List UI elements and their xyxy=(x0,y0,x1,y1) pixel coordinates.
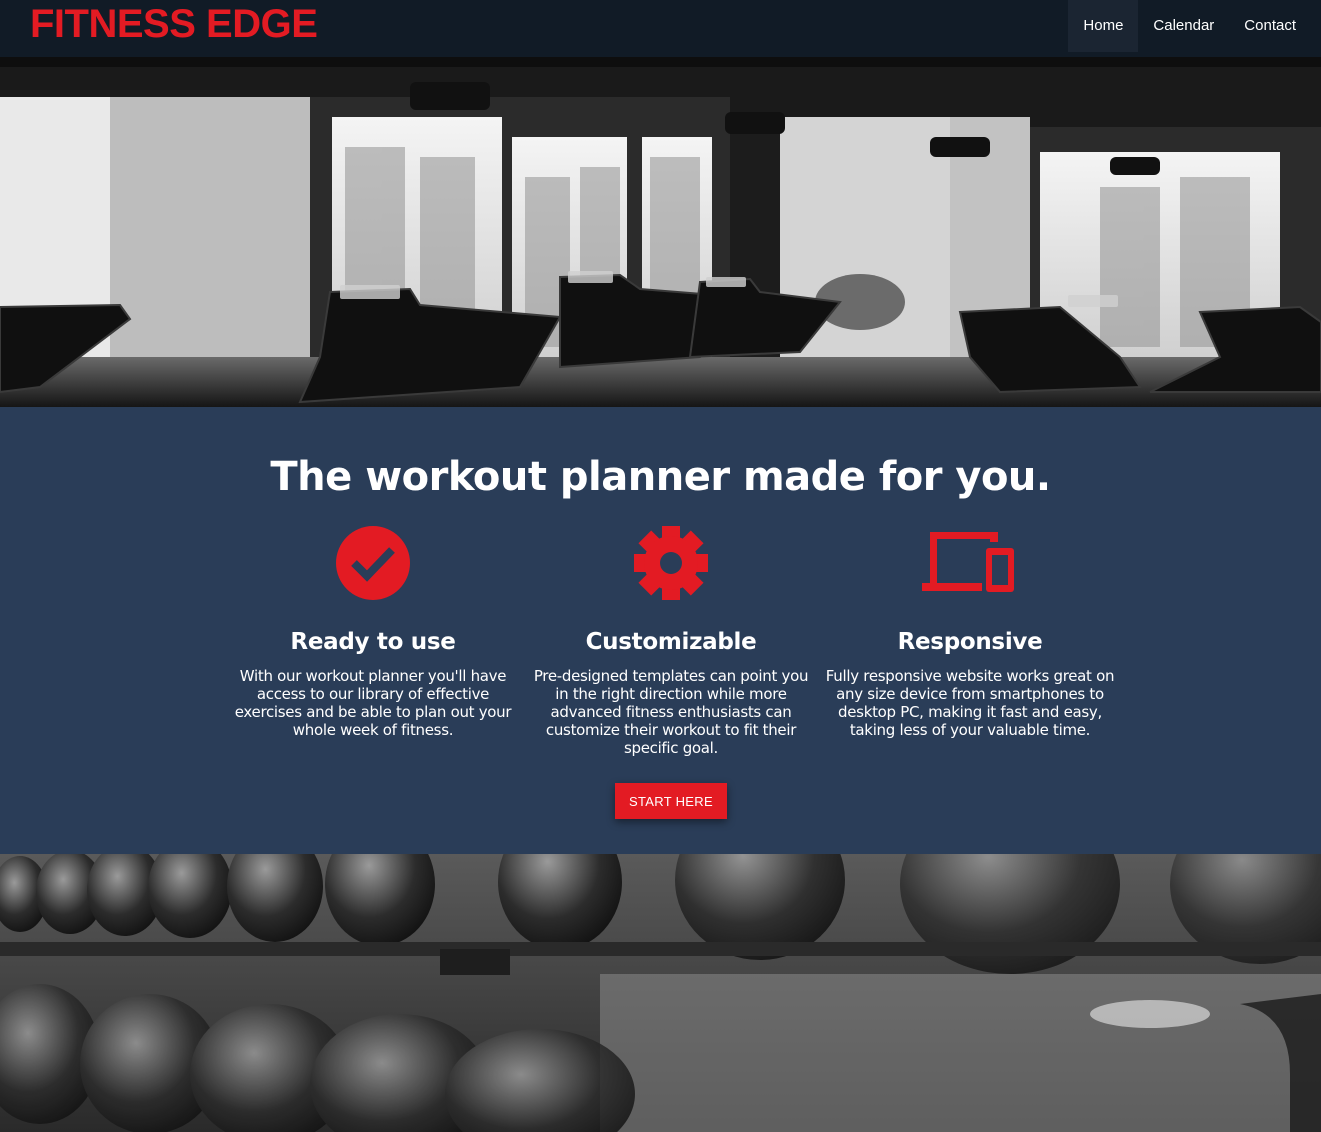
start-here-button[interactable]: START HERE xyxy=(615,783,727,819)
nav-item-calendar[interactable]: Calendar xyxy=(1138,0,1229,52)
feature-title: Customizable xyxy=(585,629,757,655)
devices-icon xyxy=(922,532,1014,592)
nav-item-contact[interactable]: Contact xyxy=(1229,0,1311,52)
feature-title: Responsive xyxy=(897,629,1043,655)
feature-title: Ready to use xyxy=(290,629,456,655)
check-circle-icon xyxy=(336,526,410,600)
nav-menu: Home Calendar Contact xyxy=(1068,0,1311,52)
feature-customizable: Customizable Pre-designed templates can … xyxy=(526,523,816,757)
hero-image xyxy=(0,57,1321,407)
feature-text: Fully responsive website works great on … xyxy=(825,667,1115,739)
navbar: FITNESS EDGE Home Calendar Contact xyxy=(0,0,1321,57)
features-title: The workout planner made for you. xyxy=(270,454,1051,500)
gear-icon xyxy=(634,526,708,600)
feature-responsive: Responsive Fully responsive website work… xyxy=(825,523,1115,739)
features-section: The workout planner made for you. Ready … xyxy=(0,407,1321,854)
nav-item-home[interactable]: Home xyxy=(1068,0,1139,52)
dumbbell-image xyxy=(0,854,1321,1132)
feature-ready-to-use: Ready to use With our workout planner yo… xyxy=(228,523,518,739)
treadmill-photo xyxy=(0,57,1321,407)
feature-text: With our workout planner you'll have acc… xyxy=(234,667,512,739)
dumbbell-rack-photo xyxy=(0,854,1321,1132)
brand-logo[interactable]: FITNESS EDGE xyxy=(30,2,318,46)
feature-text: Pre-designed templates can point you in … xyxy=(533,667,809,757)
